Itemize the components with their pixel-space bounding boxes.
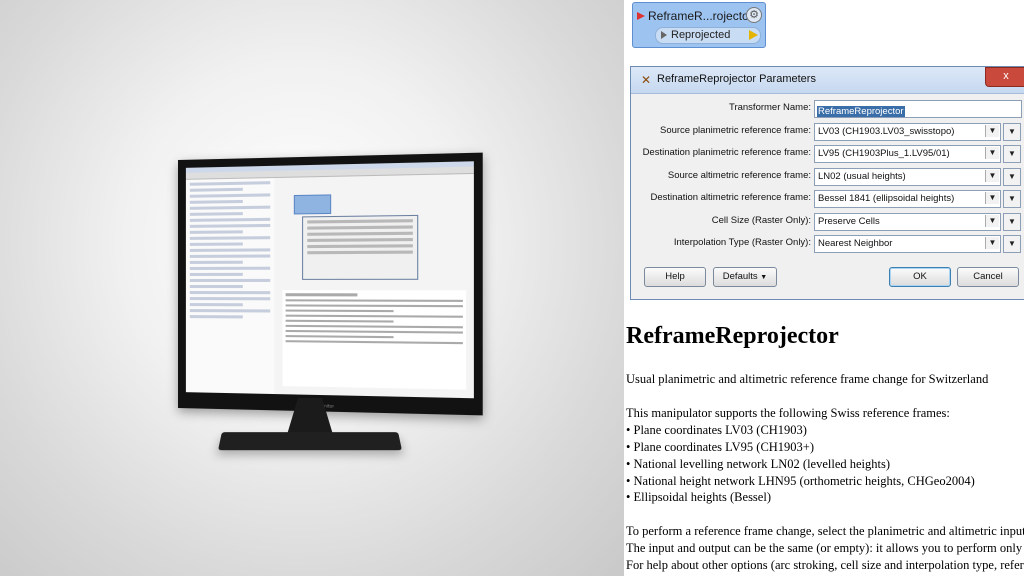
field-cell-size: Cell Size (Raster Only): Preserve Cells … [631,213,1024,231]
dialog-title: ReframeReprojector Parameters [657,73,816,85]
doc-list-item: • National height network LHN95 (orthome… [626,474,975,488]
options-menu-button[interactable]: ▼ [1003,190,1021,208]
transformer-name-input[interactable]: ReframeReprojector [814,100,1022,118]
options-menu-button[interactable]: ▼ [1003,168,1021,186]
node-title: ReframeR...rojector [648,9,753,23]
flag-icon [637,12,645,20]
doc-title: ReframeReprojector [626,323,839,349]
chevron-down-icon[interactable]: ▼ [985,125,999,137]
monitor-screen [185,161,474,399]
select-value: Bessel 1841 (ellipsoidal heights) [818,193,955,204]
transformer-name-value: ReframeReprojector [817,106,905,117]
monitor-bezel: Monitor [178,152,483,416]
chevron-down-icon[interactable]: ▼ [985,192,999,204]
destination-planimetric-select[interactable]: LV95 (CH1903Plus_1.LV95/01) ▼ [814,145,1001,163]
chevron-down-icon[interactable]: ▼ [985,170,999,182]
parameters-dialog: ✕ ReframeReprojector Parameters x Transf… [630,66,1024,300]
options-menu-button[interactable]: ▼ [1003,145,1021,163]
field-label: Transformer Name: [729,102,811,113]
source-altimetric-select[interactable]: LN02 (usual heights) ▼ [814,168,1001,186]
gear-icon[interactable]: ⚙ [746,7,762,23]
transformer-icon: ✕ [640,73,652,87]
field-label: Destination planimetric reference frame: [642,147,811,158]
chevron-down-icon[interactable]: ▼ [985,215,999,227]
field-source-planimetric: Source planimetric reference frame: LV03… [631,123,1024,141]
field-destination-altimetric: Destination altimetric reference frame: … [631,190,1024,208]
destination-altimetric-select[interactable]: Bessel 1841 (ellipsoidal heights) ▼ [814,190,1001,208]
monitor-stand-base [218,432,402,451]
defaults-label: Defaults [722,271,758,282]
doc-list-item: • Ellipsoidal heights (Bessel) [626,490,771,504]
field-label: Destination altimetric reference frame: [650,192,811,203]
field-label: Interpolation Type (Raster Only): [673,237,811,248]
help-button[interactable]: Help [644,267,706,287]
ok-button[interactable]: OK [889,267,951,287]
interpolation-type-select[interactable]: Nearest Neighbor ▼ [814,235,1001,253]
output-port[interactable]: Reprojected [655,27,761,44]
select-value: LV95 (CH1903Plus_1.LV95/01) [818,148,950,159]
options-menu-button[interactable]: ▼ [1003,123,1021,141]
transformer-node[interactable]: ReframeR...rojector ⚙ Reprojected [632,2,766,48]
select-value: Preserve Cells [818,216,880,227]
select-value: Nearest Neighbor [818,238,893,249]
cell-size-select[interactable]: Preserve Cells ▼ [814,213,1001,231]
doc-list-item: • National levelling network LN02 (level… [626,457,891,471]
doc-paragraph-line: For help about other options (arc stroki… [626,558,1024,572]
field-label: Source altimetric reference frame: [667,170,811,181]
doc-paragraph-line: To perform a reference frame change, sel… [626,524,1024,538]
source-planimetric-select[interactable]: LV03 (CH1903.LV03_swisstopo) ▼ [814,123,1001,141]
doc-supports: This manipulator supports the following … [626,406,950,420]
zoomed-screenshot: ReframeR...rojector ⚙ Reprojected ✕ Refr… [624,0,1024,576]
doc-list-item: • Plane coordinates LV95 (CH1903+) [626,440,815,454]
field-destination-planimetric: Destination planimetric reference frame:… [631,145,1024,163]
monitor-photo: Monitor [0,0,624,576]
field-label: Source planimetric reference frame: [659,125,811,136]
monitor-brand: Monitor [318,403,334,409]
doc-list-item: • Plane coordinates LV03 (CH1903) [626,423,807,437]
field-label: Cell Size (Raster Only): [711,215,811,226]
select-value: LN02 (usual heights) [818,171,906,182]
field-transformer-name: Transformer Name: ReframeReprojector [631,100,1024,118]
close-button[interactable]: x [985,67,1024,87]
cancel-button[interactable]: Cancel [957,267,1019,287]
chevron-down-icon: ▼ [760,274,768,281]
options-menu-button[interactable]: ▼ [1003,213,1021,231]
doc-intro: Usual planimetric and altimetric referen… [626,372,989,386]
expand-triangle-icon[interactable] [661,31,667,39]
defaults-button[interactable]: Defaults ▼ [713,267,777,287]
chevron-down-icon[interactable]: ▼ [985,147,999,159]
field-source-altimetric: Source altimetric reference frame: LN02 … [631,168,1024,186]
dialog-titlebar[interactable]: ✕ ReframeReprojector Parameters x [631,67,1024,94]
doc-paragraph-line: The input and output can be the same (or… [626,541,1023,555]
options-menu-button[interactable]: ▼ [1003,235,1021,253]
chevron-down-icon[interactable]: ▼ [985,237,999,249]
select-value: LV03 (CH1903.LV03_swisstopo) [818,126,955,137]
port-label: Reprojected [671,29,731,41]
field-interpolation-type: Interpolation Type (Raster Only): Neares… [631,235,1024,253]
output-arrow-icon[interactable] [749,30,758,40]
